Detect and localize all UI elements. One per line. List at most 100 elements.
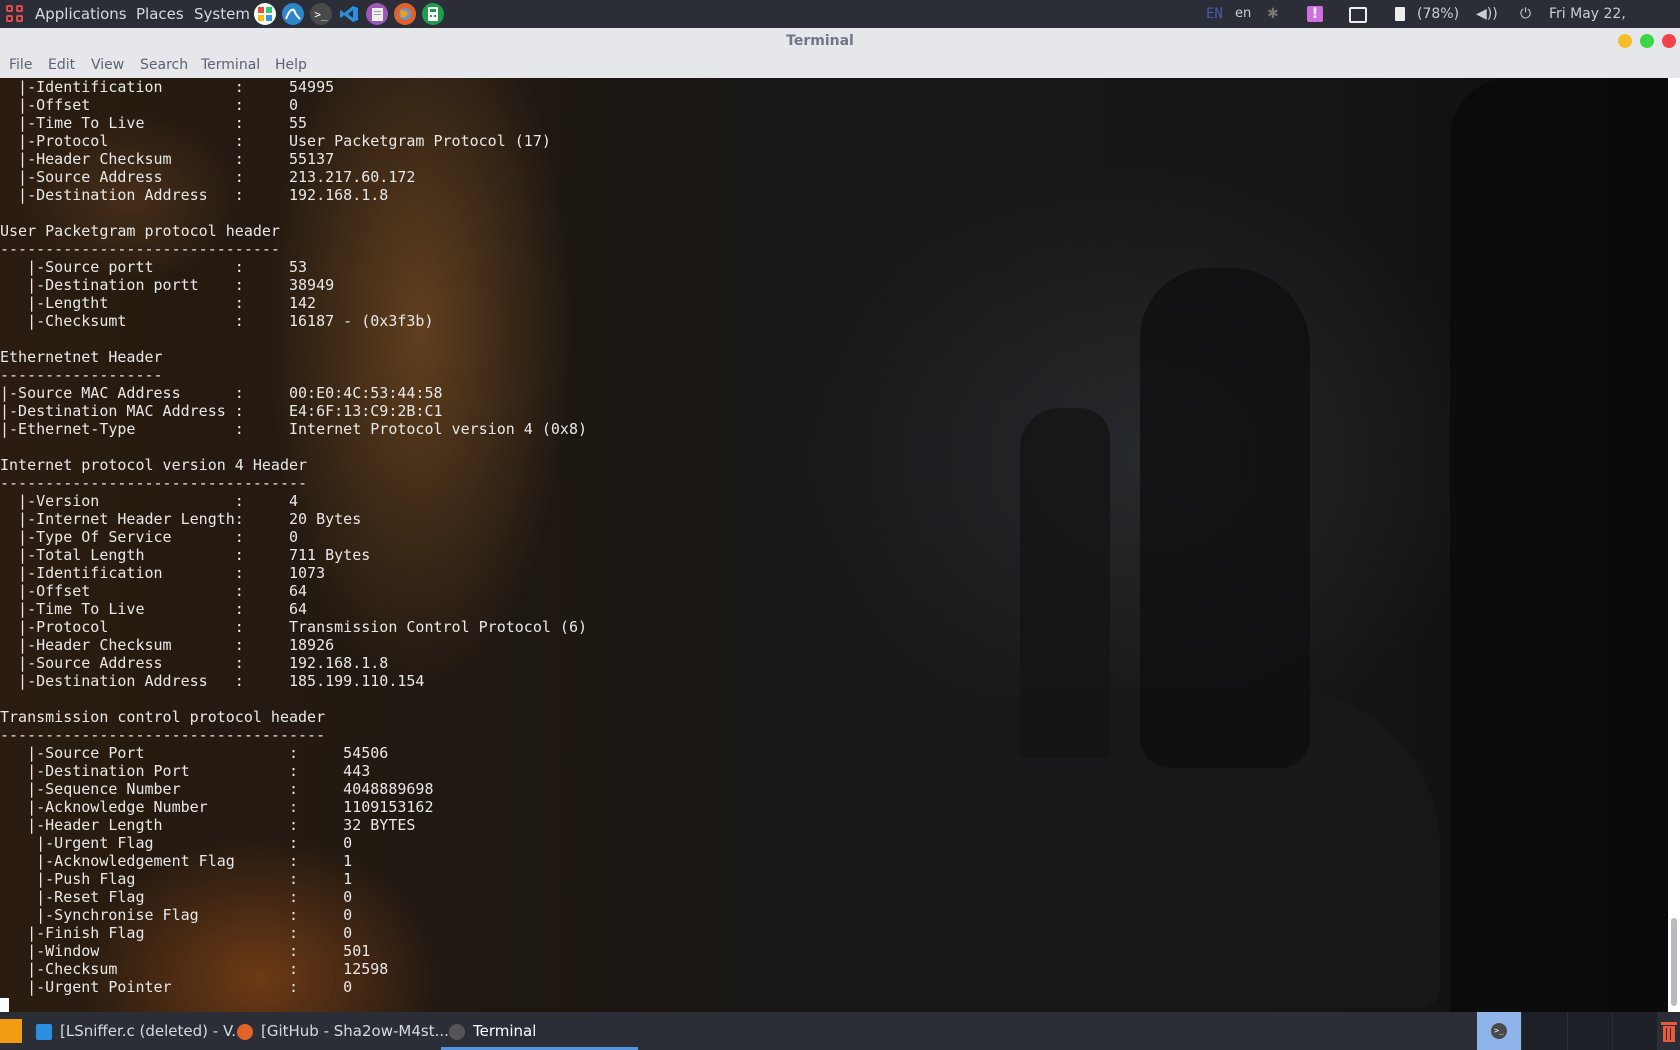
taskbar: [LSniffer.c (deleted) - V... [GitHub - S… — [0, 1012, 1680, 1050]
terminal-line: |-Type Of Service : 0 — [0, 528, 299, 546]
power-clock-icon[interactable]: ⏻ — [1520, 0, 1531, 28]
app-grid-icon[interactable] — [254, 3, 276, 25]
menu-help[interactable]: Help — [275, 57, 307, 73]
terminal-line: |-Urgent Flag : 0 — [0, 834, 353, 852]
workspace-3[interactable] — [1568, 1012, 1612, 1050]
minimize-button[interactable] — [1618, 34, 1632, 48]
terminal-line: |-Time To Live : 64 — [0, 600, 308, 618]
terminal-line: Ethernetnet Header — [0, 348, 163, 366]
calculator-icon[interactable] — [422, 3, 444, 25]
terminal-line: |-Total Length : 711 Bytes — [0, 546, 371, 564]
terminal-line: |-Synchronise Flag : 0 — [0, 906, 353, 924]
clock[interactable]: Fri May 22, 11:57:38 — [1549, 0, 1680, 50]
firefox-icon[interactable] — [394, 3, 416, 25]
terminal-line: |-Destination Address : 185.199.110.154 — [0, 672, 425, 690]
terminal-line: |-Destination Port : 443 — [0, 762, 371, 780]
places-menu[interactable]: Places — [136, 0, 184, 28]
terminal-line: |-Urgent Pointer : 0 — [0, 978, 353, 996]
terminal-line: |-Identification : 1073 — [0, 564, 326, 582]
terminal-output[interactable]: |-Identification : 54995 |-Offset : 0 |-… — [0, 78, 1668, 1012]
text-editor-icon[interactable] — [366, 3, 388, 25]
system-menu[interactable]: System — [194, 0, 250, 28]
trash-icon[interactable] — [1658, 1012, 1680, 1050]
terminal-icon[interactable]: >_ — [310, 3, 332, 25]
terminal-line: |-Source Address : 213.217.60.172 — [0, 168, 416, 186]
terminal-scrollbar[interactable] — [1668, 78, 1680, 1012]
battery-icon[interactable] — [1395, 7, 1405, 21]
wallpaper-wizard — [1020, 408, 1110, 758]
terminal-line: |-Header Checksum : 18926 — [0, 636, 335, 654]
taskbar-item-firefox[interactable]: [GitHub - Sha2ow-M4st... — [237, 1012, 449, 1050]
network-icon[interactable] — [1349, 7, 1367, 23]
terminal-line: |-Offset : 0 — [0, 96, 299, 114]
terminal-line: |-Internet Header Length: 20 Bytes — [0, 510, 362, 528]
taskbar-item-vscode[interactable]: [LSniffer.c (deleted) - V... — [36, 1012, 246, 1050]
vscode-icon — [36, 1023, 52, 1040]
terminal-line: |-Source Port : 54506 — [0, 744, 389, 762]
top-panel: Applications Places System >_ EN en ✱ ! … — [0, 0, 1680, 50]
menu-view[interactable]: View — [91, 57, 124, 73]
wallpaper-tree — [1450, 78, 1668, 1012]
workspace-2[interactable] — [1522, 1012, 1567, 1050]
battery-percentage[interactable]: (78%) — [1417, 0, 1459, 28]
terminal-line: ------------------ — [0, 366, 163, 384]
menu-search[interactable]: Search — [140, 57, 188, 73]
window-titlebar[interactable]: Terminal — [0, 28, 1680, 55]
menu-bar: File Edit View Search Terminal Help — [0, 55, 1680, 78]
firefox-icon — [237, 1023, 253, 1040]
task-label: [GitHub - Sha2ow-M4st... — [261, 1022, 449, 1040]
taskbar-item-terminal[interactable]: Terminal — [441, 1012, 638, 1050]
terminal-line: |-Protocol : Transmission Control Protoc… — [0, 618, 587, 636]
menu-file[interactable]: File — [9, 57, 32, 73]
task-label: Terminal — [473, 1022, 537, 1040]
terminal-line: |-Offset : 64 — [0, 582, 308, 600]
terminal-icon: >_ — [1491, 1023, 1507, 1039]
terminal-line: |-Source portt : 53 — [0, 258, 308, 276]
menu-edit[interactable]: Edit — [48, 57, 75, 73]
terminal-line: |-Checksumt : 16187 - (0x3f3b) — [0, 312, 434, 330]
terminal-line: |-Version : 4 — [0, 492, 299, 510]
workspace-4[interactable] — [1613, 1012, 1657, 1050]
terminal-line: |-Push Flag : 1 — [0, 870, 353, 888]
terminal-line: ------------------------------------ — [0, 726, 326, 744]
terminal-line: Internet protocol version 4 Header — [0, 456, 308, 474]
menu-terminal[interactable]: Terminal — [201, 57, 260, 73]
terminal-line: |-Sequence Number : 4048889698 — [0, 780, 434, 798]
applications-logo-icon[interactable] — [6, 5, 24, 23]
show-desktop-icon[interactable] — [0, 1019, 22, 1043]
keyboard-language[interactable]: en — [1235, 0, 1251, 28]
keyboard-layout-indicator[interactable]: EN — [1206, 0, 1223, 28]
terminal-line: |-Lengtht : 142 — [0, 294, 317, 312]
terminal-line: |-Destination Address : 192.168.1.8 — [0, 186, 389, 204]
terminal-line: |-Protocol : User Packetgram Protocol (1… — [0, 132, 551, 150]
applications-menu[interactable]: Applications — [35, 0, 127, 28]
wireshark-icon[interactable] — [282, 3, 304, 25]
close-button[interactable] — [1662, 34, 1676, 48]
bluetooth-icon[interactable]: ✱ — [1267, 0, 1279, 28]
prompt-line — [0, 996, 587, 1012]
terminal-line: ------------------------------- — [0, 240, 280, 258]
wallpaper-bear — [1140, 268, 1310, 768]
task-label: [LSniffer.c (deleted) - V... — [60, 1022, 246, 1040]
terminal-line: |-Window : 501 — [0, 942, 371, 960]
scrollbar-thumb[interactable] — [1671, 918, 1677, 1006]
terminal-line: |-Destination MAC Address : E4:6F:13:C9:… — [0, 402, 443, 420]
terminal-cursor — [0, 997, 9, 1012]
terminal-line: User Packetgram protocol header — [0, 222, 280, 240]
terminal-text: |-Identification : 54995 |-Offset : 0 |-… — [0, 78, 587, 1012]
terminal-line: |-Ethernet-Type : Internet Protocol vers… — [0, 420, 587, 438]
terminal-line: ---------------------------------- — [0, 474, 308, 492]
terminal-line: |-Reset Flag : 0 — [0, 888, 353, 906]
volume-icon[interactable]: ◀)) — [1476, 0, 1498, 28]
terminal-line: |-Source MAC Address : 00:E0:4C:53:44:58 — [0, 384, 443, 402]
maximize-button[interactable] — [1640, 34, 1654, 48]
workspace-1[interactable]: >_ — [1477, 1012, 1521, 1050]
vscode-icon[interactable] — [338, 3, 360, 25]
terminal-icon — [449, 1023, 465, 1040]
terminal-line: |-Acknowledgement Flag : 1 — [0, 852, 353, 870]
notification-alert-icon[interactable]: ! — [1307, 6, 1323, 22]
